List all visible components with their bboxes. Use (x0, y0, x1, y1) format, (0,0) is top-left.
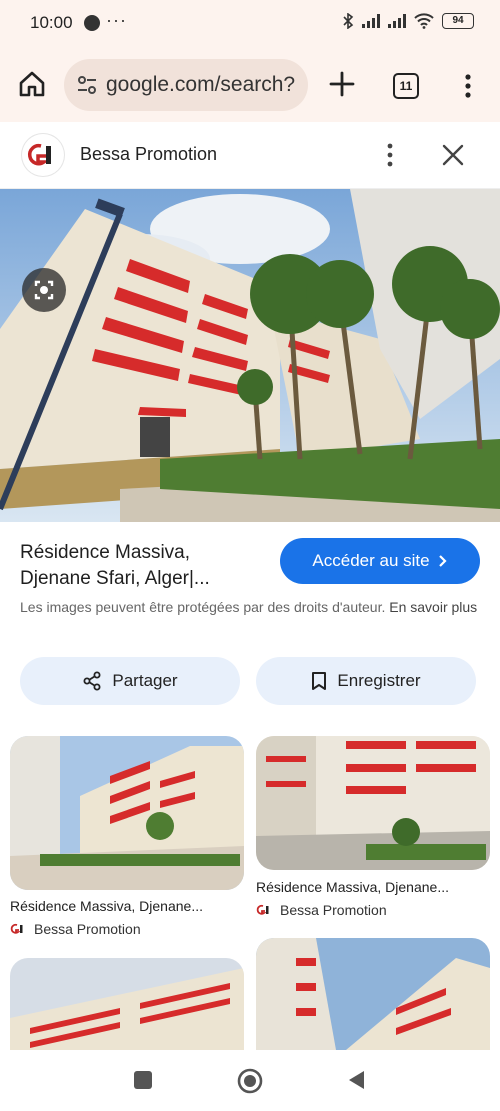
signal-1-icon (362, 14, 380, 28)
site-name[interactable]: Bessa Promotion (80, 144, 217, 165)
google-lens-icon[interactable] (22, 268, 66, 312)
save-button[interactable]: Enregistrer (256, 657, 476, 705)
status-time: 10:00 (30, 13, 73, 32)
related-caption-2[interactable]: Résidence Massiva, Djenane... (256, 879, 449, 895)
messenger-icon (84, 15, 100, 31)
share-label: Partager (112, 671, 178, 690)
related-image-2[interactable] (256, 736, 490, 870)
recents-icon[interactable] (133, 1070, 153, 1090)
wifi-icon (414, 13, 434, 29)
back-icon[interactable] (346, 1069, 366, 1091)
bessa-logo-small (256, 904, 269, 915)
more-options-icon[interactable] (380, 142, 400, 168)
related-source-1[interactable]: Bessa Promotion (10, 921, 141, 937)
address-bar[interactable]: google.com/search? (64, 59, 308, 111)
bessa-logo-small (10, 923, 23, 934)
more-notifications-icon: ··· (106, 10, 127, 30)
battery-indicator: 94 (442, 13, 474, 29)
hero-image[interactable] (0, 189, 500, 522)
source-header: Bessa Promotion (0, 122, 500, 189)
related-source-2[interactable]: Bessa Promotion (256, 902, 387, 918)
close-icon[interactable] (440, 142, 466, 168)
home-nav-icon[interactable] (236, 1067, 264, 1095)
browser-toolbar: google.com/search? 11 (0, 48, 500, 122)
signal-2-icon (388, 14, 406, 28)
result-title-line2[interactable]: Djenane Sfari, Alger|... (20, 566, 270, 592)
bessa-logo (22, 134, 64, 176)
chevron-right-icon (438, 555, 447, 567)
related-caption-1[interactable]: Résidence Massiva, Djenane... (10, 898, 203, 914)
status-icons: 94 (342, 13, 474, 29)
save-label: Enregistrer (337, 671, 421, 690)
system-nav-bar (0, 1050, 500, 1111)
visit-site-button[interactable]: Accéder au site (280, 538, 480, 584)
share-button[interactable]: Partager (20, 657, 240, 705)
copyright-notice: Les images peuvent être protégées par de… (20, 597, 480, 618)
related-image-3[interactable] (10, 958, 244, 1050)
share-icon (83, 671, 101, 691)
tab-switcher-button[interactable]: 11 (393, 73, 419, 99)
new-tab-icon[interactable] (326, 68, 358, 100)
url-text[interactable]: google.com/search? (106, 73, 295, 97)
result-title-line1[interactable]: Résidence Massiva, (20, 540, 270, 566)
bookmark-icon (312, 672, 327, 690)
copyright-text: Les images peuvent être protégées par de… (20, 599, 386, 615)
bluetooth-icon (343, 13, 354, 29)
home-icon[interactable] (16, 68, 48, 100)
related-source-2-label: Bessa Promotion (280, 902, 387, 918)
related-image-1[interactable] (10, 736, 244, 890)
status-bar: 10:00 ··· 94 (0, 0, 500, 48)
related-source-1-label: Bessa Promotion (34, 921, 141, 937)
related-image-4[interactable] (256, 938, 490, 1050)
browser-menu-icon[interactable] (456, 72, 480, 100)
result-title[interactable]: Résidence Massiva, Djenane Sfari, Alger|… (20, 540, 270, 592)
visit-site-label: Accéder au site (312, 551, 430, 570)
learn-more-link[interactable]: En savoir plus (389, 599, 477, 615)
page-info-icon[interactable] (76, 74, 98, 96)
